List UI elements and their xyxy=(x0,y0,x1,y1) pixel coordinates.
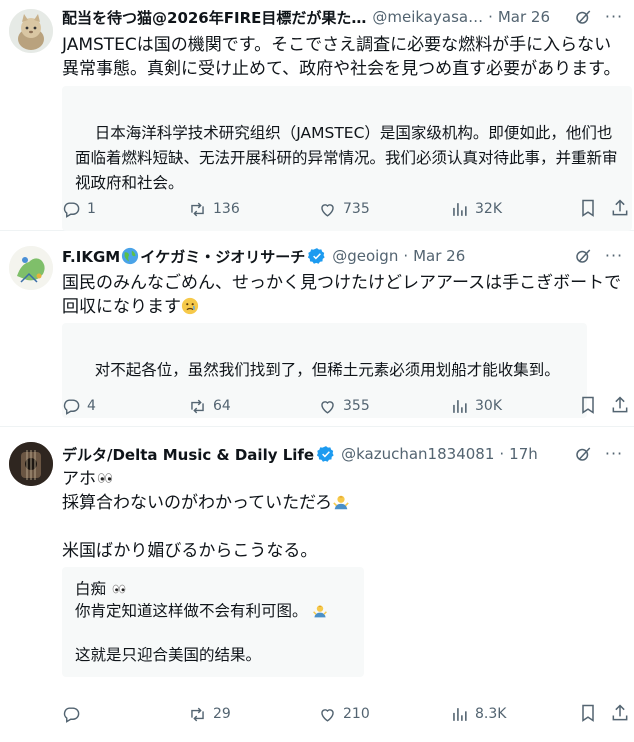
timestamp[interactable]: 17h xyxy=(509,445,538,463)
guitar-avatar-image xyxy=(9,442,53,486)
display-name[interactable]: 配当を待つ猫@2026年FIRE目標だが果た… xyxy=(62,7,366,28)
like-count: 210 xyxy=(343,706,370,722)
translation-line: 这就是只迎合美国的结果。 xyxy=(75,646,262,664)
tweet-text: アホ 採算合わないのがわかっていただろ 米国ばかり媚びるからこうなる。 xyxy=(62,467,622,563)
views-button[interactable]: 30K xyxy=(450,395,502,417)
repost-count: 29 xyxy=(213,706,231,722)
tweet-text-line: 米国ばかり媚びるからこうなる。 xyxy=(62,541,318,561)
handle[interactable]: @kazuchan1834081 xyxy=(341,445,494,463)
repost-count: 136 xyxy=(213,201,240,217)
handle[interactable]: @geoign xyxy=(332,247,398,265)
tweet-header: 配当を待つ猫@2026年FIRE目標だが果た… @meikayasa… · Ma… xyxy=(62,6,622,28)
like-icon xyxy=(321,400,334,414)
like-button[interactable]: 735 xyxy=(318,198,370,220)
tweet[interactable]: 配当を待つ猫@2026年FIRE目標だが果た… @meikayasa… · Ma… xyxy=(0,0,634,231)
globe-emoji-icon xyxy=(122,247,139,264)
dot-separator: · xyxy=(488,8,493,26)
repost-button[interactable]: 136 xyxy=(188,198,240,220)
tweet-actions: 4 64 355 30K xyxy=(62,395,634,417)
repost-icon xyxy=(191,202,204,216)
timestamp[interactable]: Mar 26 xyxy=(413,247,465,265)
views-icon xyxy=(453,399,467,413)
share-icon[interactable] xyxy=(610,395,630,415)
display-name-part2: イケガミ・ジオリサーチ xyxy=(140,247,306,266)
display-name-part1: F.IKGM xyxy=(62,247,121,266)
more-icon[interactable]: ··· xyxy=(604,446,624,465)
reply-count: 1 xyxy=(87,201,96,217)
translation-box: 白痴 你肯定知道这样做不会有利可图。 这就是只迎合美国的结果。 xyxy=(62,567,364,677)
views-count: 30K xyxy=(475,398,502,414)
like-button[interactable]: 210 xyxy=(318,703,370,725)
reply-button[interactable]: 4 xyxy=(62,395,96,417)
person-shrugging-emoji-icon xyxy=(333,495,349,510)
translation-line: 你肯定知道这样做不会有利可图。 xyxy=(75,602,308,620)
map-avatar-image xyxy=(9,246,53,290)
translation-line: 白痴 xyxy=(75,580,107,598)
like-count: 355 xyxy=(343,398,370,414)
views-count: 32K xyxy=(475,201,502,217)
views-icon xyxy=(453,707,467,721)
reply-icon xyxy=(63,201,80,218)
like-icon xyxy=(321,203,334,217)
eyes-emoji-icon xyxy=(97,473,113,483)
handle[interactable]: @meikayasa… xyxy=(372,8,483,26)
bookmark-icon[interactable] xyxy=(578,703,598,723)
tweet-text: 国民のみんなごめん、せっかく見つけたけどレアアースは手こぎボートで回収になります xyxy=(62,271,622,319)
bookmark-icon[interactable] xyxy=(578,198,598,218)
repost-button[interactable]: 29 xyxy=(188,703,231,725)
reply-button[interactable]: 1 xyxy=(62,198,96,220)
more-icon[interactable]: ··· xyxy=(604,9,624,28)
tweet-text-content: 国民のみんなごめん、せっかく見つけたけどレアアースは手こぎボートで回収になります xyxy=(62,273,622,317)
sad-face-emoji-icon xyxy=(181,297,199,315)
person-shrugging-emoji-icon xyxy=(313,605,328,618)
dot-separator: · xyxy=(499,445,505,463)
cat-avatar-image xyxy=(9,9,53,53)
views-count: 8.3K xyxy=(475,706,507,722)
reply-count: 4 xyxy=(87,398,96,414)
share-icon[interactable] xyxy=(610,703,630,723)
repost-icon xyxy=(191,707,204,721)
like-button[interactable]: 355 xyxy=(318,395,370,417)
avatar[interactable] xyxy=(9,9,53,53)
share-icon[interactable] xyxy=(610,198,630,218)
reply-icon xyxy=(63,398,80,415)
repost-count: 64 xyxy=(213,398,231,414)
tweet-text-line: アホ xyxy=(62,469,96,489)
display-name[interactable]: F.IKGM イケガミ・ジオリサーチ xyxy=(62,246,305,267)
avatar[interactable] xyxy=(9,442,53,486)
display-name[interactable]: デルタ/Delta Music & Daily Life xyxy=(62,444,314,465)
tweet-header: F.IKGM イケガミ・ジオリサーチ @geoign · Mar 26 xyxy=(62,245,622,267)
tweet[interactable]: F.IKGM イケガミ・ジオリサーチ @geoign · Mar 26 ··· 国… xyxy=(0,231,634,427)
bookmark-icon[interactable] xyxy=(578,395,598,415)
tweet-text-line: 採算合わないのがわかっていただろ xyxy=(62,493,333,513)
repost-icon xyxy=(191,399,204,413)
translation-text: 日本海洋科学技术研究组织（JAMSTEC）是国家级机构。即便如此，他们也面临着燃… xyxy=(75,124,618,192)
views-button[interactable]: 8.3K xyxy=(450,703,506,725)
more-icon[interactable]: ··· xyxy=(604,248,624,267)
views-button[interactable]: 32K xyxy=(450,198,502,220)
grok-icon[interactable] xyxy=(574,8,592,26)
verified-badge-icon xyxy=(308,248,325,264)
tweet-text: JAMSTECは国の機関です。そこでさえ調査に必要な燃料が手に入らない異常事態。… xyxy=(62,35,621,79)
timestamp[interactable]: Mar 26 xyxy=(498,8,550,26)
reply-icon xyxy=(63,706,80,723)
grok-icon[interactable] xyxy=(574,445,592,463)
like-count: 735 xyxy=(343,201,370,217)
tweet-actions: 29 210 8.3K xyxy=(62,703,634,725)
like-icon xyxy=(321,708,334,722)
tweet-header: デルタ/Delta Music & Daily Life @kazuchan18… xyxy=(62,443,622,465)
translation-text: 对不起各位，虽然我们找到了，但稀土元素必须用划船才能收集到。 xyxy=(94,361,560,379)
verified-badge-icon xyxy=(317,446,334,462)
avatar[interactable] xyxy=(9,246,53,290)
dot-separator: · xyxy=(403,247,409,265)
reply-button[interactable] xyxy=(62,703,87,725)
tweet[interactable]: デルタ/Delta Music & Daily Life @kazuchan18… xyxy=(0,427,634,742)
grok-icon[interactable] xyxy=(574,247,592,265)
views-icon xyxy=(453,202,467,216)
eyes-emoji-icon xyxy=(112,584,126,594)
repost-button[interactable]: 64 xyxy=(188,395,231,417)
tweet-actions: 1 136 735 32K xyxy=(62,198,634,220)
